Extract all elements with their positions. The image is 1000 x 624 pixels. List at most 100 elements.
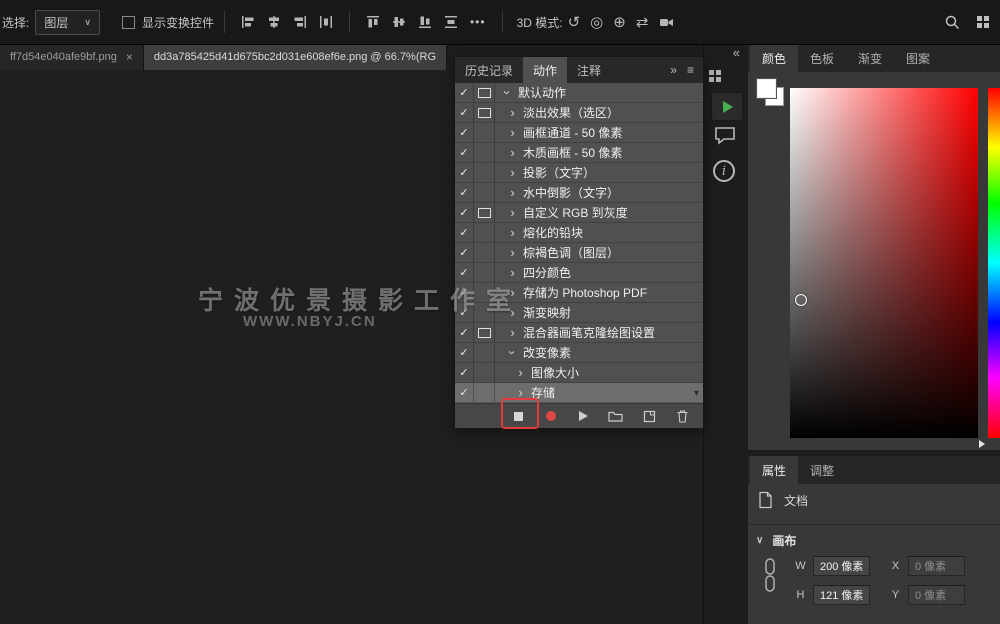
- record-button[interactable]: [546, 411, 556, 421]
- camera-3d-button[interactable]: [653, 11, 679, 33]
- pan-3d-icon[interactable]: ⊕: [613, 15, 626, 30]
- expand-chevron-icon[interactable]: ›: [506, 166, 519, 179]
- action-row[interactable]: ✓ › 存储为 Photoshop PDF: [455, 283, 703, 303]
- align-middle-vertical-button[interactable]: [386, 11, 412, 33]
- expand-chevron-icon[interactable]: ›: [506, 226, 519, 239]
- panel-tab[interactable]: 颜色: [750, 44, 798, 72]
- slide-3d-icon[interactable]: ⇄: [636, 15, 649, 30]
- delete-button[interactable]: [676, 409, 689, 423]
- y-input[interactable]: 0 像素: [908, 585, 965, 605]
- auto-select-target-dropdown[interactable]: 图层 ∨: [35, 10, 100, 35]
- action-toggle-checkbox[interactable]: ✓: [455, 303, 474, 322]
- play-button[interactable]: [579, 411, 588, 421]
- dialog-toggle[interactable]: [474, 223, 495, 242]
- action-row[interactable]: ✓ › 投影（文字）: [455, 163, 703, 183]
- canvas-section-header[interactable]: ∨ 画布: [756, 532, 796, 549]
- action-toggle-checkbox[interactable]: ✓: [455, 143, 474, 162]
- action-row[interactable]: ✓ › 自定义 RGB 到灰度: [455, 203, 703, 223]
- dialog-toggle[interactable]: [474, 143, 495, 162]
- dialog-toggle[interactable]: [474, 383, 495, 402]
- expand-chevron-icon[interactable]: ›: [506, 306, 519, 319]
- expand-chevron-icon[interactable]: ›: [514, 366, 527, 379]
- panel-tab[interactable]: 图案: [894, 44, 942, 72]
- roll-3d-icon[interactable]: ◎: [590, 15, 603, 30]
- hue-slider[interactable]: [988, 88, 1000, 438]
- action-row[interactable]: ✓ › 四分颜色: [455, 263, 703, 283]
- align-right-button[interactable]: [287, 11, 313, 33]
- action-toggle-checkbox[interactable]: ✓: [455, 383, 474, 402]
- panel-tab[interactable]: 历史记录: [455, 57, 523, 83]
- action-row[interactable]: ✓ › 水中倒影（文字）: [455, 183, 703, 203]
- action-row[interactable]: ✓ › 混合器画笔克隆绘图设置: [455, 323, 703, 343]
- scroll-down-icon[interactable]: ▾: [694, 388, 699, 399]
- new-action-button[interactable]: [643, 410, 656, 423]
- panel-tab[interactable]: 属性: [750, 456, 798, 484]
- distribute-vertical-button[interactable]: [438, 11, 464, 33]
- expand-chevron-icon[interactable]: ›: [506, 346, 519, 359]
- action-row[interactable]: ✓ › 渐变映射: [455, 303, 703, 323]
- expand-chevron-icon[interactable]: ›: [506, 106, 519, 119]
- expand-chevron-icon[interactable]: ›: [506, 286, 519, 299]
- expand-chevron-icon[interactable]: ›: [506, 326, 519, 339]
- panel-tab[interactable]: 色板: [798, 44, 846, 72]
- dialog-toggle[interactable]: [474, 303, 495, 322]
- action-toggle-checkbox[interactable]: ✓: [455, 263, 474, 282]
- action-toggle-checkbox[interactable]: ✓: [455, 283, 474, 302]
- foreground-color-swatch[interactable]: [757, 79, 776, 98]
- height-input[interactable]: 121 像素: [813, 585, 870, 605]
- collapse-panel-icon[interactable]: »: [670, 63, 677, 77]
- distribute-horizontal-button[interactable]: [313, 11, 339, 33]
- panel-tab[interactable]: 调整: [798, 456, 846, 484]
- action-toggle-checkbox[interactable]: ✓: [455, 343, 474, 362]
- dialog-toggle[interactable]: [474, 243, 495, 262]
- action-row[interactable]: ✓ › 默认动作: [455, 83, 703, 103]
- action-toggle-checkbox[interactable]: ✓: [455, 163, 474, 182]
- action-row[interactable]: ✓ › 画框通道 - 50 像素: [455, 123, 703, 143]
- search-button[interactable]: [945, 15, 960, 30]
- expand-chevron-icon[interactable]: ›: [506, 206, 519, 219]
- dialog-toggle[interactable]: [474, 123, 495, 142]
- expand-dock-icon[interactable]: «: [733, 45, 740, 60]
- close-icon[interactable]: ×: [126, 50, 133, 64]
- dialog-toggle[interactable]: [474, 363, 495, 382]
- expand-chevron-icon[interactable]: ›: [506, 146, 519, 159]
- dock-workspace-button[interactable]: [709, 70, 721, 82]
- more-options-button[interactable]: •••: [470, 15, 486, 29]
- width-input[interactable]: 200 像素: [813, 556, 870, 576]
- expand-chevron-icon[interactable]: ›: [506, 186, 519, 199]
- expand-chevron-icon[interactable]: ›: [506, 246, 519, 259]
- dialog-toggle[interactable]: [474, 183, 495, 202]
- align-top-button[interactable]: [360, 11, 386, 33]
- dialog-toggle[interactable]: [474, 103, 495, 122]
- panel-tab[interactable]: 渐变: [846, 44, 894, 72]
- workspace-switcher-button[interactable]: [976, 15, 990, 29]
- hue-slider-arrow-icon[interactable]: [979, 440, 985, 448]
- action-toggle-checkbox[interactable]: ✓: [455, 123, 474, 142]
- action-row[interactable]: ✓ › 图像大小: [455, 363, 703, 383]
- align-bottom-button[interactable]: [412, 11, 438, 33]
- panel-menu-icon[interactable]: ≡: [687, 63, 694, 77]
- align-left-button[interactable]: [235, 11, 261, 33]
- action-toggle-checkbox[interactable]: ✓: [455, 243, 474, 262]
- action-row[interactable]: ✓ › 淡出效果（选区）: [455, 103, 703, 123]
- expand-chevron-icon[interactable]: ›: [506, 126, 519, 139]
- notes-dock-button[interactable]: [714, 126, 736, 145]
- action-row[interactable]: ✓ › 改变像素: [455, 343, 703, 363]
- action-toggle-checkbox[interactable]: ✓: [455, 103, 474, 122]
- x-input[interactable]: 0 像素: [908, 556, 965, 576]
- dialog-toggle[interactable]: [474, 83, 495, 102]
- action-row[interactable]: ✓ › 熔化的铅块: [455, 223, 703, 243]
- document-tab-active[interactable]: dd3a785425d41d675bc2d031e608ef6e.png @ 6…: [144, 44, 447, 70]
- expand-chevron-icon[interactable]: ›: [506, 266, 519, 279]
- new-set-button[interactable]: [608, 410, 623, 422]
- align-center-horizontal-button[interactable]: [261, 11, 287, 33]
- action-toggle-checkbox[interactable]: ✓: [455, 223, 474, 242]
- action-toggle-checkbox[interactable]: ✓: [455, 363, 474, 382]
- dialog-toggle[interactable]: [474, 163, 495, 182]
- dialog-toggle[interactable]: [474, 283, 495, 302]
- panel-tab[interactable]: 动作: [523, 57, 567, 83]
- info-dock-button[interactable]: i: [713, 160, 735, 182]
- link-dimensions-button[interactable]: [764, 558, 776, 592]
- action-toggle-checkbox[interactable]: ✓: [455, 203, 474, 222]
- dialog-toggle[interactable]: [474, 263, 495, 282]
